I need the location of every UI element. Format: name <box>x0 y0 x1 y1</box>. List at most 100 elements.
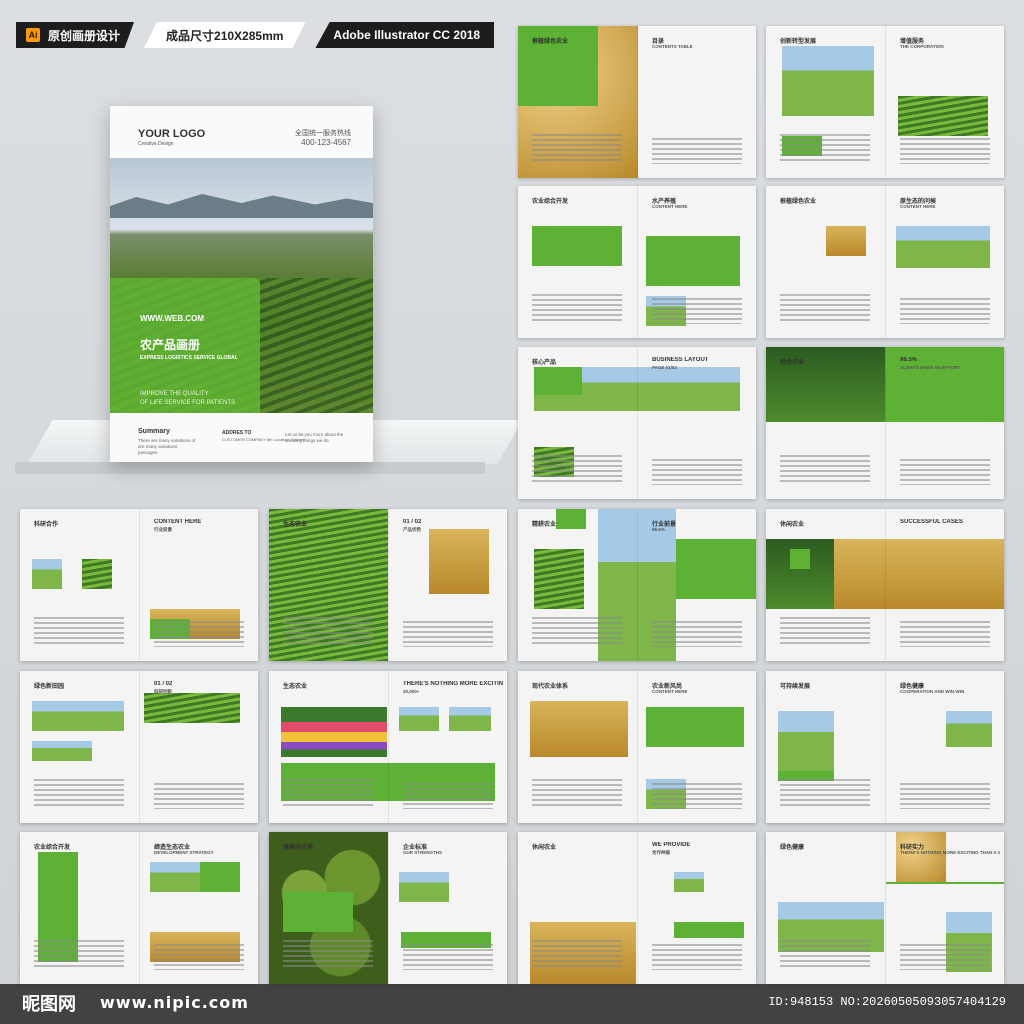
spread-photo <box>281 707 387 757</box>
spread-subtitle: CONTENTS TABLE <box>652 44 693 49</box>
brochure-spread: 休闲农业 WE PROVIDE 合作种植 <box>518 832 756 984</box>
spread-green-block <box>646 707 744 747</box>
spread-text-lines <box>652 621 742 647</box>
spread-title: 根植绿色农业 <box>532 39 569 45</box>
spread-subtitle: PAGE 01/02 <box>652 365 677 370</box>
spread-text-lines <box>652 783 742 809</box>
spread-text-lines <box>283 779 373 809</box>
brochure-spread: 根植绿色农业 原生态的问候 CONTENT HERE <box>766 186 1004 338</box>
spread-text-lines <box>403 621 493 647</box>
spread-text-lines <box>34 779 124 809</box>
watermark-site-url: www.nipic.com <box>100 993 249 1012</box>
spread-title-right: SUCCESSFUL CASES <box>900 519 963 525</box>
spread-text-lines <box>34 940 124 970</box>
cover-tagline-2: OF LIFE SERVICE FOR PATIENTS <box>140 400 236 406</box>
spread-green-block <box>646 236 740 286</box>
brochure-spread: 可持续发展 绿色健康 COOPERATION AND WIN-WIN <box>766 671 1004 823</box>
spread-title-right: WE PROVIDE <box>652 842 691 848</box>
spread-text-lines <box>532 940 622 970</box>
spread-subtitle: ALWAYS MAKE AN EFFORT <box>900 365 960 370</box>
cover-summary-title: Summary <box>138 428 170 435</box>
brochure-spread: 精耕农业 行业前景 98.5% <box>518 509 756 661</box>
display-table-edge <box>15 462 485 474</box>
cover-logo: YOUR LOGO <box>138 128 206 140</box>
cover-website: WWW.WEB.COM <box>140 314 204 323</box>
spread-text-lines <box>154 621 244 647</box>
spread-green-block <box>676 539 756 599</box>
spread-subtitle: DEVELOPMENT STRATEGY <box>154 850 214 855</box>
spread-photo <box>32 701 124 731</box>
spread-green-block <box>790 549 810 569</box>
spread-text-lines <box>652 459 742 485</box>
spread-text-lines <box>900 783 990 809</box>
spread-photo <box>898 96 988 136</box>
spread-photo <box>429 529 489 594</box>
spread-title: 绿色健康 <box>780 845 805 851</box>
spread-green-block <box>674 922 744 938</box>
cover-tagline: IMPROVE THE QUALITY OF LIFE SERVICE FOR … <box>140 390 235 408</box>
brochure-spread: 生态农业 THERE'S NOTHING MORE EXCITING THAN A… <box>269 671 507 823</box>
cover-photo: WWW.WEB.COM 农产品画册 EXPRESS LOGISTICS SERV… <box>110 158 373 413</box>
brochure-spread: 健康纯天然 企业标准 OUR STRENGTHS <box>269 832 507 984</box>
spread-title-right: BUSINESS LAYOUT <box>652 357 709 363</box>
spread-subtitle: 98.5% <box>652 527 665 532</box>
spread-text-lines <box>403 944 493 970</box>
spread-green-block <box>532 226 622 266</box>
spread-photo <box>82 559 112 589</box>
watermark-site-cn: 昵图网 <box>22 994 76 1015</box>
spread-title: 农业综合开发 <box>34 845 71 851</box>
spread-text-lines <box>532 779 622 809</box>
cover-summary-text: There are many variations of are many va… <box>138 438 196 455</box>
spread-green-block <box>556 509 586 529</box>
spread-title: 健康纯天然 <box>283 845 314 851</box>
spread-photo <box>399 872 449 902</box>
spread-photo <box>674 872 704 892</box>
cover-tagline-1: IMPROVE THE QUALITY <box>140 391 209 397</box>
spread-title: 根植绿色农业 <box>780 199 817 205</box>
spread-subtitle: 产品优势 <box>403 527 421 532</box>
spread-title: 精耕农业 <box>532 522 557 528</box>
brochure-spread: 核心产品 BUSINESS LAYOUT PAGE 01/02 <box>518 347 756 499</box>
spread-title: 生态农业 <box>283 684 308 690</box>
spread-green-block <box>283 892 353 932</box>
spread-photo <box>399 707 439 731</box>
spread-photo <box>530 701 628 757</box>
spread-text-lines <box>652 298 742 324</box>
spread-subtitle: CONTENT HERE <box>652 204 688 209</box>
spread-title: 特色农业 <box>780 360 805 366</box>
spread-subtitle: CONTENT HERE <box>652 689 688 694</box>
spread-title: 核心产品 <box>532 360 557 366</box>
spread-title: 休闲农业 <box>532 845 557 851</box>
spread-subtitle: 科研创新 <box>154 689 172 694</box>
brochure-spread: 创新转型发展 增值服务 THE CORPORATION <box>766 26 1004 178</box>
cover-address-title: ADDRES TO <box>222 430 252 436</box>
spread-text-lines <box>532 294 622 324</box>
spread-text-lines <box>532 455 622 485</box>
spread-photo <box>896 832 946 882</box>
spread-title: 农业综合开发 <box>532 199 569 205</box>
cover-title: 农产品画册 <box>140 338 201 352</box>
spread-text-lines <box>283 617 373 647</box>
spread-title-right: CONTENT HERE <box>154 519 202 525</box>
spread-text-lines <box>780 940 870 970</box>
spread-title: 休闲农业 <box>780 522 805 528</box>
spread-subtitle: COOPERATION AND WIN-WIN <box>900 689 965 694</box>
spread-title: 可持续发展 <box>780 684 811 690</box>
cover-subtitle: EXPRESS LOGISTICS SERVICE GLOBAL <box>140 355 238 361</box>
top-info-bar: Ai 原创画册设计 成品尺寸210X285mm Adobe Illustrato… <box>16 22 495 48</box>
spread-text-lines <box>900 459 990 485</box>
spread-title: 科研合作 <box>34 522 59 528</box>
spread-green-block <box>534 367 582 395</box>
size-label: 成品尺寸210X285mm <box>144 22 306 48</box>
cover-green-panel: WWW.WEB.COM 农产品画册 EXPRESS LOGISTICS SERV… <box>110 278 260 413</box>
spread-text-lines <box>780 294 870 324</box>
spread-photo <box>534 549 584 609</box>
spread-text-lines <box>283 940 373 970</box>
spread-text-lines <box>900 138 990 164</box>
spread-subtitle: OUR STRENGTHS <box>403 850 443 855</box>
spread-title: 创新转型发展 <box>780 39 817 45</box>
spread-photo <box>826 226 866 256</box>
brochure-spread: 绿色新田园 01 / 02 科研创新 <box>20 671 258 823</box>
spread-photo <box>834 539 1004 609</box>
spread-photo <box>946 711 992 747</box>
